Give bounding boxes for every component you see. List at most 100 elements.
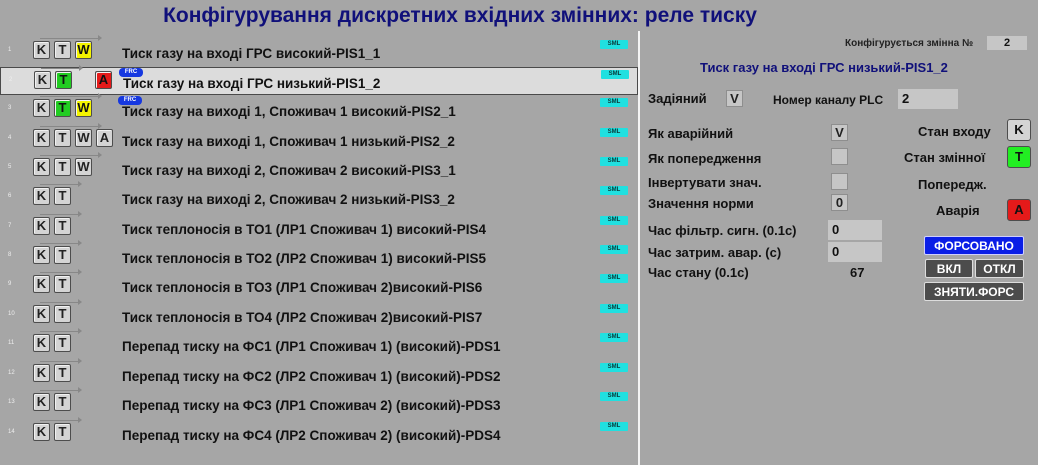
variable-row[interactable]: 13 K T Перепад тиску на ФС3 (ЛР1 Споживач 2… [0,387,638,418]
sml-badge[interactable]: SML [600,333,628,342]
sml-badge[interactable]: SML [601,70,629,79]
variable-row[interactable]: 6 K T Тиск газу на виході 2, Споживач 2 низ… [0,181,638,212]
sml-badge[interactable]: SML [600,274,628,283]
row-indicator-line [40,123,102,129]
var-state-t-button[interactable]: T [54,41,71,59]
var-state-t-button[interactable]: T [54,393,71,411]
var-state-t-button[interactable]: T [54,423,71,441]
force-on-button[interactable]: ВКЛ [925,259,973,278]
state-time-label: Час стану (0.1с) [648,265,749,280]
input-state-k-button[interactable]: K [34,71,51,89]
config-panel: Конфігурується змінна № 2 Тиск газу на в… [640,31,1038,465]
variable-row[interactable]: 10 K T Тиск теплоносія в ТО4 (ЛР2 Споживач … [0,299,638,330]
variable-label: Тиск теплоносія в ТО4 (ЛР2 Споживач 2)ви… [122,310,483,325]
alarm-a-button[interactable]: A [96,129,113,147]
frc-badge: FRC [118,96,142,105]
sml-badge[interactable]: SML [600,422,628,431]
row-number: 3 [8,105,12,111]
variable-row[interactable]: 7 K T Тиск теплоносія в ТО1 (ЛР1 Споживач 1… [0,211,638,242]
variable-label: Тиск газу на виході 2, Споживач 2 низьки… [122,192,455,207]
input-state-k-button[interactable]: K [33,99,50,117]
input-state-k-button[interactable]: K [33,423,50,441]
sml-badge[interactable]: SML [600,392,628,401]
norm-value-label: Значення норми [648,196,754,211]
variable-row[interactable]: 1 K T W Тиск газу на вході ГРС високий-PIS1_… [0,35,638,66]
var-state-t-button[interactable]: T [54,99,71,117]
variable-row[interactable]: 8 K T Тиск теплоносія в ТО2 (ЛР2 Споживач 1… [0,240,638,271]
variable-row[interactable]: 14 K T Перепад тиску на ФС4 (ЛР2 Споживач 2… [0,417,638,448]
as-warning-checkbox[interactable] [831,148,848,165]
sml-badge[interactable]: SML [600,157,628,166]
row-indicator-line [40,240,82,246]
variable-row[interactable]: 3 K T W Тиск газу на виході 1, Споживач 1 ви… [0,93,638,124]
var-state-t-button[interactable]: T [54,187,71,205]
row-number: 2 [9,77,13,83]
config-number-field[interactable]: 2 [987,36,1027,50]
sml-badge[interactable]: SML [600,363,628,372]
input-state-k-button[interactable]: K [33,129,50,147]
variable-label: Перепад тиску на ФС3 (ЛР1 Споживач 2) (в… [122,398,501,413]
input-state-k-button[interactable]: K [33,41,50,59]
plc-channel-field[interactable]: 2 [898,89,958,109]
warning-w-button[interactable]: W [75,99,92,117]
variable-row[interactable]: 12 K T Перепад тиску на ФС2 (ЛР2 Споживач 1… [0,358,638,389]
alarm-delay-field[interactable]: 0 [828,242,882,262]
sml-badge[interactable]: SML [600,186,628,195]
var-state-t-button[interactable]: T [54,275,71,293]
input-state-k-button[interactable]: K [33,246,50,264]
row-number: 1 [8,47,12,53]
row-number: 4 [8,135,12,141]
row-number: 12 [8,370,15,376]
input-state-label: Стан входу [918,124,991,139]
variable-label: Тиск газу на виході 1, Споживач 1 високи… [122,104,456,119]
sml-badge[interactable]: SML [600,128,628,137]
config-heading: Тиск газу на вході ГРС низький-PIS1_2 [700,60,948,75]
sml-badge[interactable]: SML [600,216,628,225]
filter-time-field[interactable]: 0 [828,220,882,240]
input-state-k-button[interactable]: K [33,364,50,382]
var-state-t-button[interactable]: T [54,364,71,382]
variable-row[interactable]: 5 K T W Тиск газу на виході 2, Споживач 2 ви… [0,152,638,183]
var-state-t-button[interactable]: T [54,158,71,176]
var-state-t-button[interactable]: T [54,129,71,147]
row-number: 14 [8,429,15,435]
variable-row[interactable]: 2 K T A Тиск газу на вході ГРС низький-PIS1_… [0,65,638,95]
alarm-a-button[interactable]: A [95,71,112,89]
sml-badge[interactable]: SML [600,40,628,49]
input-state-k-button[interactable]: K [33,305,50,323]
input-state-k-button[interactable]: K [33,217,50,235]
variable-label: Перепад тиску на ФС2 (ЛР2 Споживач 1) (в… [122,369,501,384]
variable-label: Тиск газу на вході ГРС низький-PIS1_2 [123,76,381,91]
warning-w-button[interactable]: W [75,158,92,176]
force-off-button[interactable]: ОТКЛ [975,259,1024,278]
sml-badge[interactable]: SML [600,245,628,254]
variable-row[interactable]: 4 K T W A Тиск газу на виході 1, Споживач 1 н… [0,123,638,154]
input-state-k-button[interactable]: K [33,334,50,352]
row-indicator-line [41,65,83,71]
enabled-checkbox[interactable]: V [726,90,743,107]
var-state-t-button[interactable]: T [54,246,71,264]
var-state-t-button[interactable]: T [54,334,71,352]
warning-w-button[interactable]: W [75,129,92,147]
row-number: 5 [8,164,12,170]
sml-badge[interactable]: SML [600,304,628,313]
var-state-t-button[interactable]: T [54,305,71,323]
forced-status-button[interactable]: ФОРСОВАНО [924,236,1024,255]
input-state-k-button[interactable]: K [33,393,50,411]
sml-badge[interactable]: SML [600,98,628,107]
input-state-k-button[interactable]: K [33,275,50,293]
variable-row[interactable]: 9 K T Тиск теплоносія в ТО3 (ЛР1 Споживач 2… [0,269,638,300]
alarm-indicator: A [1007,199,1031,221]
var-state-t-button[interactable]: T [54,217,71,235]
warning-w-button[interactable]: W [75,41,92,59]
variable-label: Тиск газу на виході 1, Споживач 1 низьки… [122,134,455,149]
unforce-button[interactable]: ЗНЯТИ.ФОРС [924,282,1024,301]
norm-value-field[interactable]: 0 [831,194,848,211]
input-state-k-button[interactable]: K [33,158,50,176]
row-number: 6 [8,193,12,199]
invert-checkbox[interactable] [831,173,848,190]
var-state-t-button[interactable]: T [55,71,72,89]
variable-row[interactable]: 11 K T Перепад тиску на ФС1 (ЛР1 Споживач 1… [0,328,638,359]
input-state-k-button[interactable]: K [33,187,50,205]
as-alarm-checkbox[interactable]: V [831,124,848,141]
